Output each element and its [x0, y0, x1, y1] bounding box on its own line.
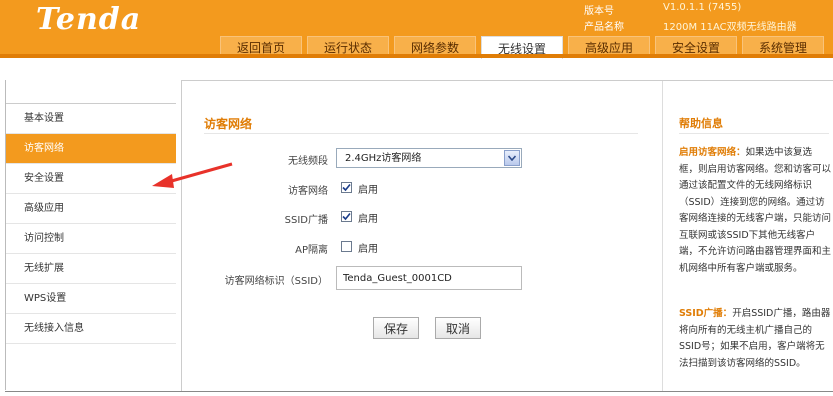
ap-isolation-checkbox[interactable] [341, 241, 352, 252]
ssid-input[interactable] [336, 266, 522, 290]
help-ssid-broadcast-key: SSID广播： [679, 308, 733, 319]
ssid-broadcast-enable-label: 启用 [358, 214, 378, 225]
help-divider [679, 133, 829, 134]
ap-isolation-label: AP隔离 [295, 245, 328, 256]
sidebar-item-wps[interactable]: WPS设置 [6, 284, 176, 314]
ssid-label: 访客网络标识（SSID） [224, 276, 328, 287]
sidebar-item-basic[interactable]: 基本设置 [6, 104, 176, 134]
tab-network[interactable]: 网络参数 [394, 36, 476, 58]
tab-wireless[interactable]: 无线设置 [481, 36, 563, 59]
ssid-row: 访客网络标识（SSID） [182, 266, 654, 291]
ap-isolation-enable-label: 启用 [358, 244, 378, 255]
sidebar-item-access-control[interactable]: 访问控制 [6, 224, 176, 254]
help-panel: 帮助信息 启用访客网络：如果选中该复选框，则启用访客网络。您和访客可以通过该配置… [662, 81, 833, 392]
band-label: 无线频段 [288, 156, 328, 167]
tenda-logo: Tenda [36, 2, 142, 37]
cancel-button[interactable]: 取消 [435, 317, 481, 339]
ssid-broadcast-checkbox[interactable] [341, 211, 352, 222]
page-title: 访客网络 [204, 117, 253, 131]
ap-isolation-row: AP隔离 启用 [182, 236, 654, 260]
version-info: 版本号 V1.0.1.1 (7455) 产品名称 1200M 11AC双频无线路… [584, 0, 833, 34]
sidebar: 基本设置 访客网络 安全设置 高级应用 访问控制 无线扩展 WPS设置 无线接入… [6, 104, 176, 344]
guest-network-enable-label: 启用 [358, 185, 378, 196]
title-divider [204, 133, 638, 134]
help-guest-network-text: 如果选中该复选框，则启用访客网络。您和访客可以通过该配置文件的无线网络标识（SS… [679, 147, 832, 274]
tab-system[interactable]: 系统管理 [742, 36, 824, 58]
band-row: 无线频段 2.4GHz访客网络 [182, 147, 654, 171]
tab-security[interactable]: 安全设置 [655, 36, 737, 58]
tab-advanced[interactable]: 高级应用 [568, 36, 650, 58]
ssid-broadcast-row: SSID广播 启用 [182, 206, 654, 230]
save-button[interactable]: 保存 [373, 317, 419, 339]
band-select-value: 2.4GHz访客网络 [345, 153, 422, 164]
band-select[interactable]: 2.4GHz访客网络 [336, 148, 522, 168]
red-arrow-icon [152, 162, 233, 188]
help-guest-network: 启用访客网络：如果选中该复选框，则启用访客网络。您和访客可以通过该配置文件的无线… [679, 145, 831, 277]
help-ssid-broadcast: SSID广播：开启SSID广播，路由器将向所有的无线主机广播自己的SSID号；如… [679, 306, 831, 372]
version-label: 版本号 [584, 6, 614, 17]
chevron-down-icon[interactable] [504, 150, 520, 166]
help-guest-network-key: 启用访客网络： [679, 147, 746, 158]
bottom-border [5, 391, 833, 392]
tab-home[interactable]: 返回首页 [220, 36, 302, 58]
guest-network-checkbox[interactable] [341, 182, 352, 193]
product-label: 产品名称 [584, 22, 624, 33]
tab-status[interactable]: 运行状态 [307, 36, 389, 58]
ssid-broadcast-label: SSID广播 [284, 215, 328, 226]
guest-network-form: 访客网络 无线频段 2.4GHz访客网络 访客网络 启用 SSID广播 启用 A… [182, 81, 654, 392]
top-header: Tenda 版本号 V1.0.1.1 (7455) 产品名称 1200M 11A… [0, 0, 833, 59]
version-value: V1.0.1.1 (7455) [663, 2, 742, 13]
main-nav-tabs: 返回首页 运行状态 网络参数 无线设置 高级应用 安全设置 系统管理 [220, 36, 824, 59]
sidebar-item-advanced[interactable]: 高级应用 [6, 194, 176, 224]
sidebar-item-wireless-extend[interactable]: 无线扩展 [6, 254, 176, 284]
product-value: 1200M 11AC双频无线路由器 [663, 22, 797, 33]
guest-enable-row: 访客网络 启用 [182, 177, 654, 201]
help-title: 帮助信息 [679, 117, 723, 130]
guest-network-label: 访客网络 [288, 186, 328, 197]
sidebar-item-access-info[interactable]: 无线接入信息 [6, 314, 176, 344]
